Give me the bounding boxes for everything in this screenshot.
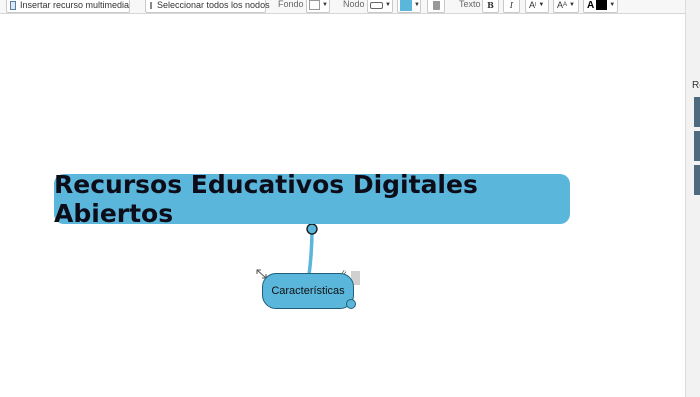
central-node[interactable]: Recursos Educativos Digitales Abiertos xyxy=(54,170,570,228)
child-node[interactable]: Características xyxy=(262,273,354,309)
connector-line xyxy=(307,228,314,276)
